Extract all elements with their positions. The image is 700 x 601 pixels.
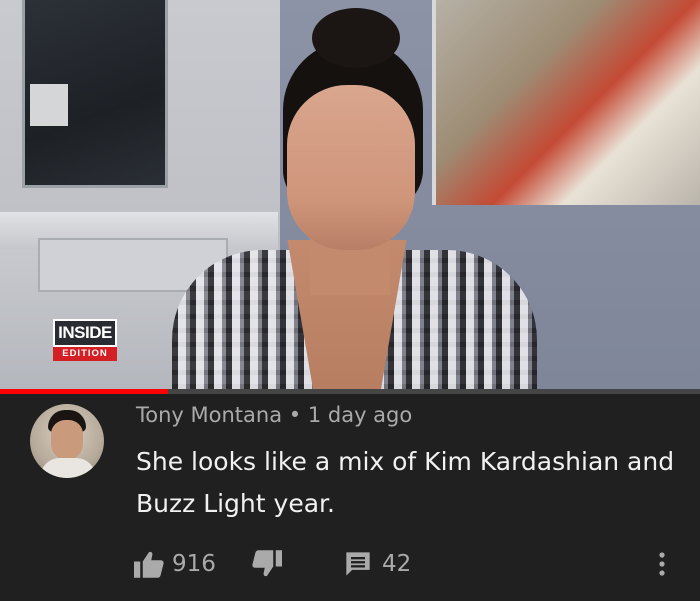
- comment-time[interactable]: 1 day ago: [308, 403, 412, 427]
- video-progress-bar[interactable]: [0, 389, 700, 394]
- comment-text: She looks like a mix of Kim Kardashian a…: [136, 447, 675, 518]
- person-hair-bun: [312, 8, 400, 68]
- thumbs-up-icon: [134, 551, 164, 578]
- person-face: [287, 85, 415, 250]
- comment-meta: Tony Montana • 1 day ago: [136, 403, 412, 427]
- comment-actions: 916 42: [134, 546, 694, 582]
- reply-button[interactable]: 42: [344, 546, 411, 582]
- more-options-button[interactable]: [656, 546, 668, 582]
- like-count: 916: [172, 551, 216, 577]
- background-mirror-right: [432, 0, 700, 205]
- logo-bottom-text: EDITION: [53, 347, 117, 361]
- comment-author[interactable]: Tony Montana: [136, 403, 282, 427]
- video-progress-fill: [0, 389, 168, 394]
- thumbs-down-icon: [252, 550, 282, 577]
- logo-top-text: INSIDE: [53, 319, 117, 347]
- more-vert-icon: [659, 552, 665, 576]
- avatar-face: [51, 420, 83, 460]
- background-notice: [30, 84, 68, 126]
- comment-icon: [346, 552, 370, 576]
- avatar-body: [40, 458, 96, 478]
- inside-edition-logo: INSIDE EDITION: [53, 319, 117, 365]
- like-button[interactable]: 916: [134, 546, 216, 582]
- avatar[interactable]: [30, 404, 104, 478]
- meta-separator: •: [288, 403, 302, 427]
- dislike-button[interactable]: [252, 546, 282, 582]
- video-frame[interactable]: INSIDE EDITION: [0, 0, 700, 389]
- reply-count: 42: [382, 551, 412, 577]
